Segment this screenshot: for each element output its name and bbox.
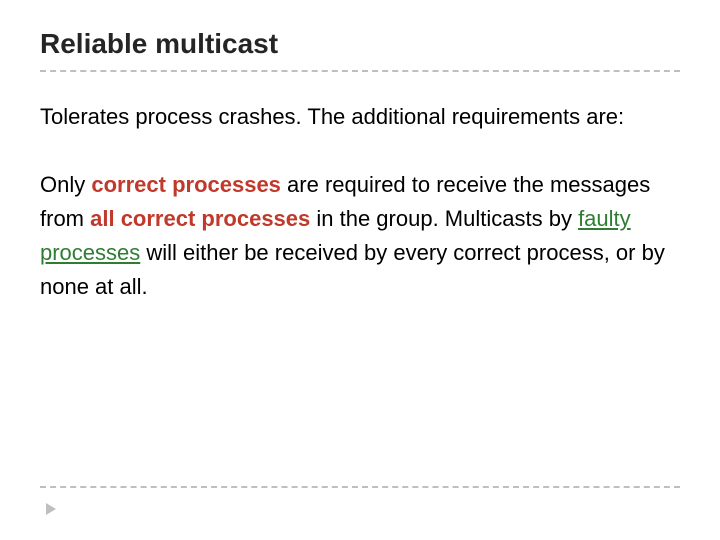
paragraph-2: Only correct processes are required to r… [40, 168, 680, 304]
play-icon [44, 502, 58, 516]
paragraph-1: Tolerates process crashes. The additiona… [40, 100, 680, 134]
text-run: in the group. Multicasts by [310, 206, 578, 231]
title-divider [40, 70, 680, 72]
footer-divider [40, 486, 680, 488]
emphasis-correct-processes: correct processes [91, 172, 281, 197]
emphasis-all-correct-processes: all correct processes [90, 206, 310, 231]
text-run: Only [40, 172, 91, 197]
page-title: Reliable multicast [40, 28, 680, 66]
body-text: Tolerates process crashes. The additiona… [40, 100, 680, 304]
slide: Reliable multicast Tolerates process cra… [0, 0, 720, 540]
